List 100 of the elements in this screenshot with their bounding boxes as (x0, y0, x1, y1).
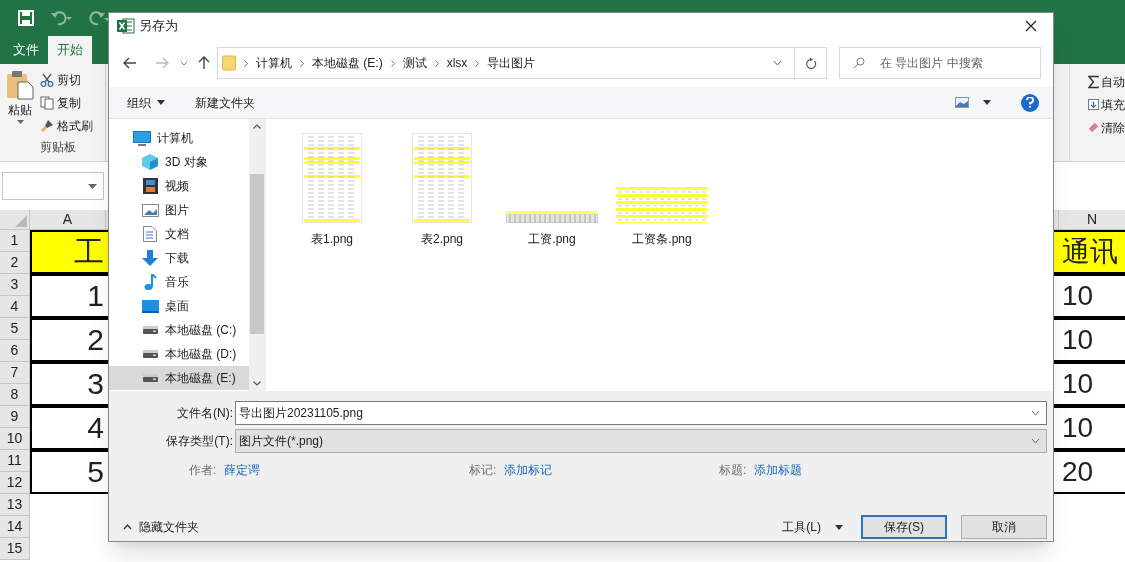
breadcrumb-item[interactable]: 计算机 (256, 54, 292, 72)
row-header[interactable]: 3 (0, 274, 30, 296)
row-header[interactable]: 2 (0, 252, 30, 274)
sidebar-item[interactable]: 音乐 (109, 270, 249, 294)
field-label: 作者: (189, 462, 217, 479)
chevron-right-icon (434, 59, 439, 67)
scroll-up-icon (253, 124, 261, 129)
table-cell: 5 (30, 450, 106, 494)
file-item[interactable]: 工资条.png (608, 129, 716, 248)
desktop-icon (141, 299, 159, 313)
back-arrow-icon (123, 57, 137, 69)
breadcrumb-item[interactable]: 导出图片 (487, 54, 536, 72)
forward-arrow-icon (155, 57, 169, 69)
metadata-link[interactable]: 添加标题 (754, 461, 803, 479)
eraser-icon (1088, 121, 1099, 134)
row-header[interactable]: 13 (0, 494, 30, 516)
sidebar-item[interactable]: 桌面 (109, 294, 249, 318)
sidebar-item[interactable]: 本地磁盘 (C:) (109, 318, 249, 342)
metadata-link[interactable]: 添加标记 (504, 461, 553, 479)
chevron-right-icon (300, 59, 304, 67)
ribbon-tab[interactable]: 文件 (4, 36, 48, 64)
corner-triangle-icon (15, 215, 27, 227)
image-view-icon (955, 97, 969, 108)
table-cell: 10 (1058, 406, 1125, 450)
group-label: 剪贴板 (38, 139, 77, 156)
spreadsheet-app-icon (117, 18, 135, 34)
brush-icon (40, 118, 54, 133)
sidebar-item[interactable]: 视频 (109, 174, 249, 198)
file-item[interactable]: 表2.png (388, 129, 496, 248)
image-icon (141, 203, 159, 217)
row-header[interactable]: 4 (0, 296, 30, 318)
breadcrumb-item[interactable]: 测试 (402, 54, 427, 72)
view-options-button[interactable] (955, 97, 991, 108)
scroll-down-icon (253, 381, 261, 386)
field-label: 标记: (469, 462, 497, 479)
field-label: 标题: (719, 462, 747, 479)
sidebar-item[interactable]: 本地磁盘 (D:) (109, 342, 249, 366)
row-header[interactable]: 5 (0, 318, 30, 340)
column-header[interactable]: A (30, 210, 106, 230)
dropdown-icon (157, 100, 165, 105)
chevron-down-icon (773, 60, 782, 66)
row-header[interactable]: 7 (0, 362, 30, 384)
row-header[interactable]: 11 (0, 450, 30, 472)
cut-button[interactable]: 剪切 (40, 70, 93, 89)
copy-button[interactable]: 复制 (40, 93, 93, 112)
row-header[interactable]: 10 (0, 428, 30, 450)
chevron-down-icon (1031, 438, 1040, 444)
search-field[interactable]: 在 导出图片 中搜索 (839, 47, 1041, 79)
table-cell: 20 (1058, 450, 1125, 494)
row-header[interactable]: 1 (0, 230, 30, 252)
paste-button[interactable]: 粘贴 (0, 70, 40, 138)
tools-menu[interactable]: 工具(L) (782, 518, 843, 536)
clear-button[interactable]: 清除 (1088, 118, 1125, 137)
scrollbar[interactable] (249, 119, 265, 391)
sidebar-item[interactable]: 计算机 (109, 126, 249, 150)
sidebar-item[interactable]: 下载 (109, 246, 249, 270)
file-item[interactable]: 表1.png (278, 129, 386, 248)
metadata-link[interactable]: 薛定谔 (224, 461, 261, 479)
hide-folders-button[interactable]: 隐藏文件夹 (123, 518, 199, 536)
window-title: 另存为 (139, 17, 178, 36)
new-folder-button[interactable]: 新建文件夹 (195, 93, 255, 112)
save-icon[interactable] (18, 10, 34, 26)
drive-icon (142, 326, 158, 334)
help-button[interactable] (1021, 93, 1039, 112)
cube-icon (142, 154, 158, 170)
row-header[interactable]: 8 (0, 384, 30, 406)
format-painter-button[interactable]: 格式刷 (40, 116, 93, 135)
sidebar-item[interactable]: 文档 (109, 222, 249, 246)
ribbon-tab[interactable]: 开始 (48, 36, 92, 64)
fill-button[interactable]: 填充 (1088, 95, 1125, 114)
sidebar-item[interactable]: 图片 (109, 198, 249, 222)
undo-icon[interactable] (50, 10, 72, 26)
table-cell: 10 (1058, 362, 1125, 406)
dialog-button[interactable]: 保存(S) (861, 515, 947, 539)
redo-icon[interactable] (88, 10, 110, 26)
row-header[interactable]: 6 (0, 340, 30, 362)
row-header[interactable]: 15 (0, 538, 30, 560)
dialog-button[interactable]: 取消 (961, 515, 1047, 539)
row-header[interactable]: 9 (0, 406, 30, 428)
table-cell: 10 (1058, 274, 1125, 318)
address-bar[interactable]: 计算机 本地磁盘 (E:) 测试 xlsx 导出图片 (217, 47, 827, 79)
field-label: 保存类型(T): (165, 433, 234, 450)
chevron-down-icon (1031, 410, 1040, 416)
file-type-dropdown[interactable]: 图片文件(*.png) (235, 429, 1047, 453)
column-header[interactable]: N (1058, 210, 1125, 230)
sidebar-item[interactable]: 3D 对象 (109, 150, 249, 174)
breadcrumb-item[interactable]: xlsx (446, 54, 468, 72)
autosum-button[interactable]: 自动 (1088, 72, 1125, 91)
row-header[interactable]: 14 (0, 516, 30, 538)
organize-menu[interactable]: 组织 (127, 93, 165, 112)
question-mark-icon (1026, 97, 1034, 108)
table-cell: 4 (30, 406, 106, 450)
film-icon (142, 178, 158, 194)
row-header[interactable]: 12 (0, 472, 30, 494)
file-item[interactable]: 工资.png (498, 129, 606, 248)
table-cell: 3 (30, 362, 106, 406)
sidebar-item[interactable]: 本地磁盘 (E:) (109, 366, 249, 390)
breadcrumb-item[interactable]: 本地磁盘 (E:) (312, 54, 383, 72)
table-cell: 1 (30, 274, 106, 318)
filename-field[interactable]: 导出图片20231105.png (235, 401, 1047, 425)
